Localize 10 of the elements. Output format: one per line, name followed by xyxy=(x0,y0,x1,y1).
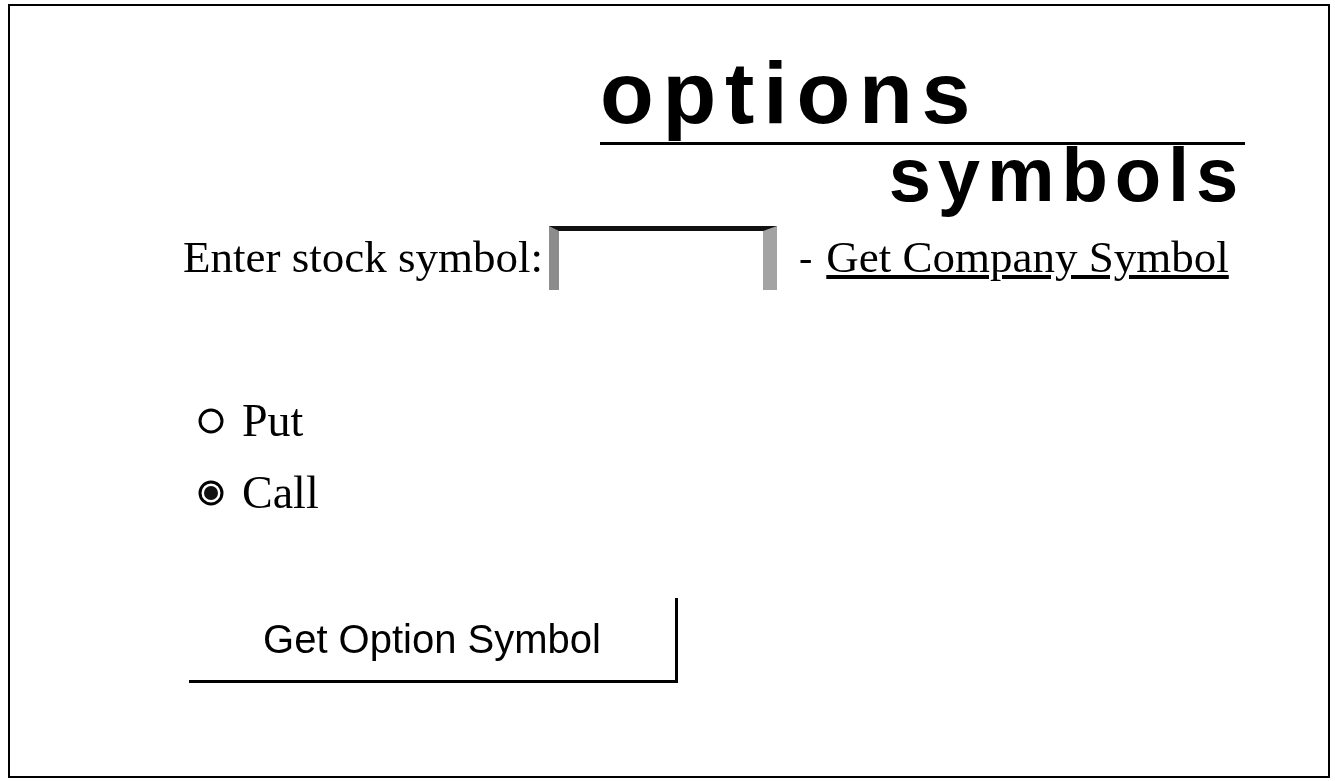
separator-text: - xyxy=(798,237,813,278)
radio-button[interactable] xyxy=(198,407,224,434)
company-symbol-link[interactable]: Get Company Symbol xyxy=(826,235,1229,281)
option-label: Put xyxy=(242,397,304,444)
stock-symbol-label: Enter stock symbol: xyxy=(183,235,543,281)
option-label: Call xyxy=(242,469,319,516)
radio-button[interactable] xyxy=(198,479,224,506)
stock-symbol-field[interactable] xyxy=(548,225,777,290)
page-title: options xyxy=(600,45,980,142)
option-symbol-button[interactable]: Get Option Symbol xyxy=(189,597,678,683)
